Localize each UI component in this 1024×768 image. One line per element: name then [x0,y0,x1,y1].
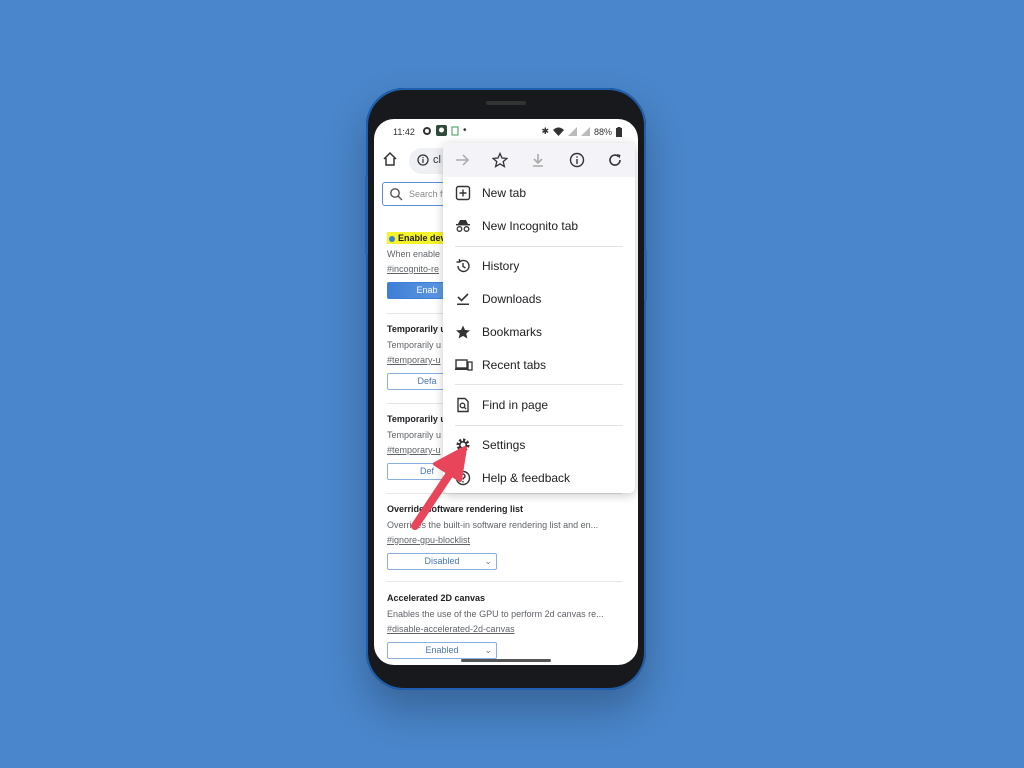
menu-item-label: Bookmarks [482,325,543,339]
gesture-bar[interactable] [461,659,551,662]
status-time: 11:42 [393,127,415,137]
earpiece [486,101,526,105]
flag-link[interactable]: #disable-accelerated-2d-canvas [387,624,622,634]
status-left-icons: • [422,125,467,136]
download-icon[interactable] [530,152,546,168]
menu-item-label: Recent tabs [482,358,547,372]
url-text: cl [433,154,441,166]
flag-description: Enables the use of the GPU to perform 2d… [387,609,604,619]
annotation-arrow [411,446,467,530]
menu-item-recent-tabs[interactable]: Recent tabs [443,350,635,380]
menu-item-new-incognito-tab[interactable]: New Incognito tab [443,211,635,241]
info-icon[interactable] [417,154,429,166]
battery-percent: 88% [593,126,612,137]
flag-select[interactable]: Disabled ⌄ [387,553,497,570]
menu-item-label: New tab [482,186,527,200]
app-status-icon [436,125,447,136]
menu-item-new-tab[interactable]: New tab [443,178,635,208]
signal-2-icon [580,127,590,136]
find-in-page-icon [457,397,469,413]
menu-item-label: Help & feedback [482,471,571,485]
plus-box-icon [455,185,471,201]
flag-item: Accelerated 2D canvas Enables the use of… [387,593,622,659]
status-bar: 11:42 • ✱ 88% [374,119,638,145]
menu-divider [455,246,623,247]
wifi-icon [552,127,564,136]
menu-item-history[interactable]: History [443,251,635,281]
settings-status-icon [423,126,431,135]
search-placeholder: Search f [409,189,443,199]
signal-icon [567,127,577,136]
menu-item-label: History [482,259,520,273]
menu-item-downloads[interactable]: Downloads [443,284,635,314]
forward-icon[interactable] [454,152,470,168]
devices-icon [455,359,473,371]
battery-icon [616,126,622,137]
menu-item-label: Settings [482,438,526,452]
history-icon [456,259,470,273]
power-button [644,250,647,300]
flag-select[interactable]: Enabled ⌄ [387,642,497,659]
menu-toolbar [443,143,635,177]
home-icon[interactable] [382,151,398,167]
flag-link[interactable]: #ignore-gpu-blocklist [387,535,622,545]
flag-title: Accelerated 2D canvas [387,593,486,603]
bluetooth-icon: ✱ [541,126,549,136]
menu-item-label: Downloads [482,292,542,306]
menu-item-label: New Incognito tab [482,219,579,233]
status-right-icons: ✱ 88% [541,126,622,137]
menu-item-bookmarks[interactable]: Bookmarks [443,317,635,347]
menu-divider [455,384,623,385]
info-icon[interactable] [569,152,585,168]
divider [387,581,622,582]
dot-status-icon: • [463,125,467,136]
menu-item-label: Find in page [482,398,549,412]
sim-status-icon [451,126,459,135]
download-check-icon [457,293,469,305]
chevron-down-icon: ⌄ [484,556,492,566]
menu-divider [455,425,623,426]
star-icon[interactable] [492,152,508,168]
reload-icon[interactable] [607,152,623,168]
menu-item-find-in-page[interactable]: Find in page [443,390,635,420]
volume-button [365,175,368,255]
search-icon [390,188,403,201]
star-filled-icon [456,325,470,339]
incognito-icon [456,220,470,232]
chevron-down-icon: ⌄ [484,645,492,655]
